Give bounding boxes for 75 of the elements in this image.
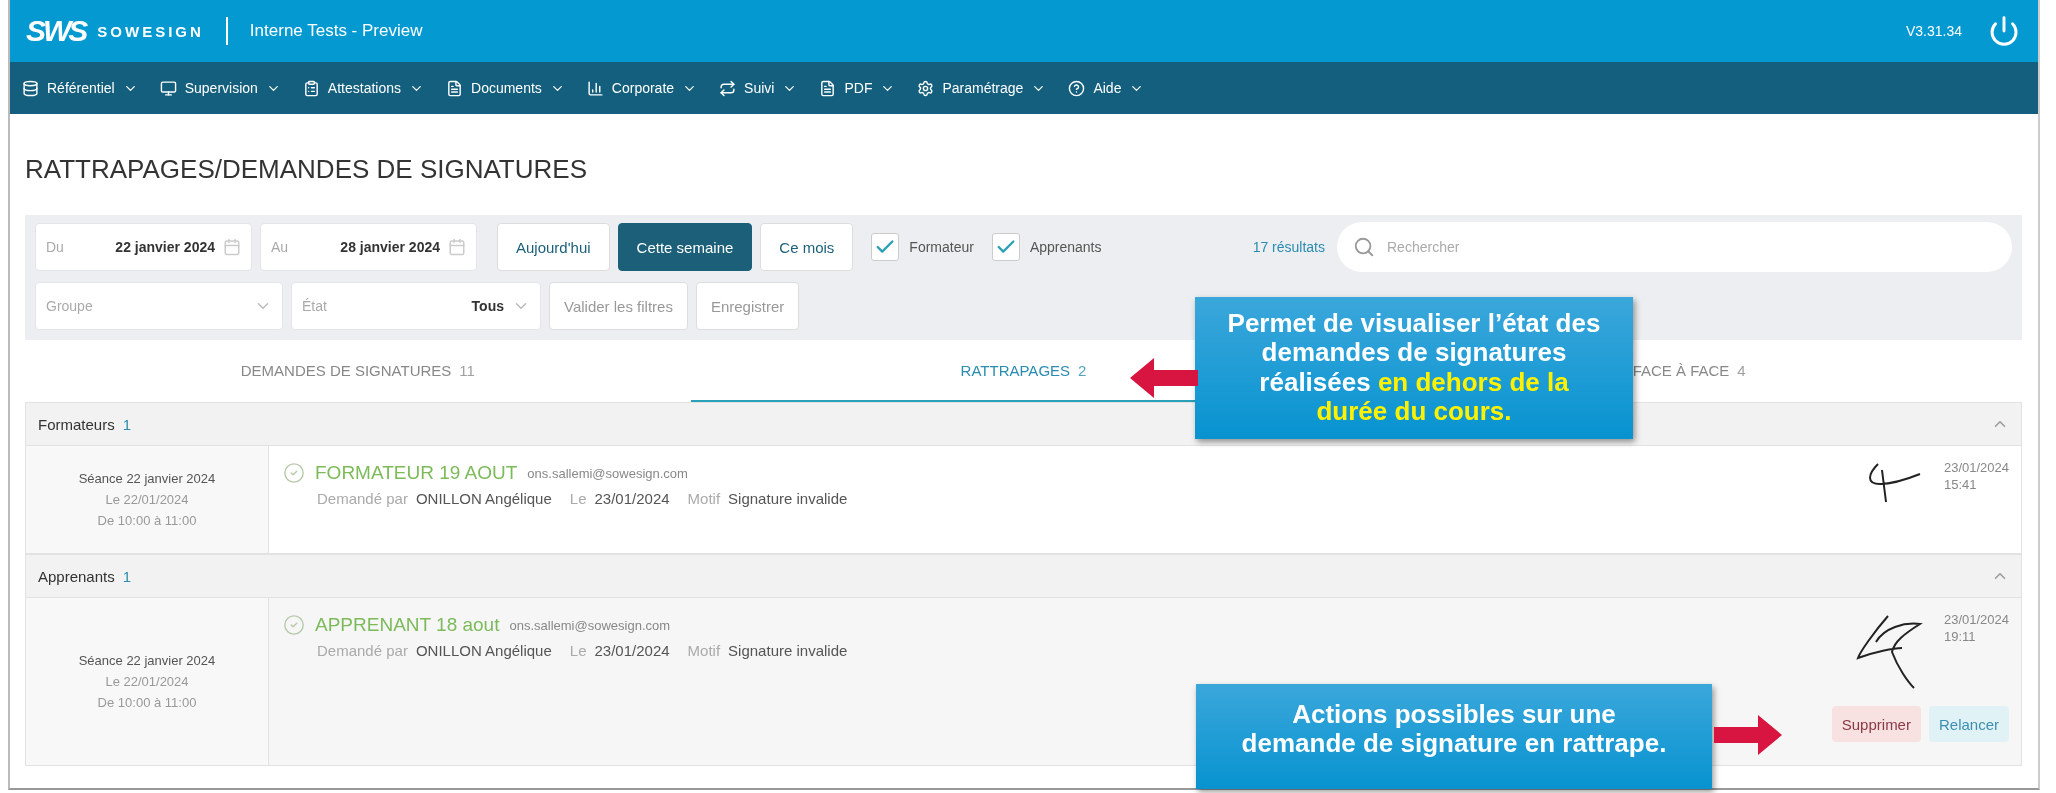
session-date: Le 22/01/2024 [105,492,189,507]
section-count: 1 [122,567,132,585]
checkbox-label: Formateur [909,239,974,255]
session-title: Séance 22 janvier 2024 [78,653,216,668]
nav-menu-item[interactable]: Corporate [586,79,698,97]
section-count: 1 [122,415,132,433]
field-label: Le [569,490,587,507]
nav-menu-item[interactable]: Référentiel [22,79,138,97]
state-select[interactable]: État Tous [291,282,541,330]
session-time: De 10:00 à 11:00 [97,695,197,710]
period-button[interactable]: Ce mois [760,223,854,271]
field-value: ONILLON Angélique [415,642,552,659]
calendar-icon [223,238,241,256]
session-date: Le 22/01/2024 [105,674,189,689]
check-circle-icon [283,614,305,636]
bar-chart-icon [586,79,604,97]
search-icon [1353,236,1375,258]
date-field[interactable]: Du 22 janvier 2024 [35,223,252,271]
field-value: Signature invalide [728,642,848,659]
signed-date: 23/01/2024 [1943,460,2009,475]
field-value: Signature invalide [728,490,848,507]
monitor-icon [159,79,177,97]
field-label: Motif [687,490,721,507]
field-label: Le [569,642,587,659]
tab[interactable]: DEMANDES DE SIGNATURES 11 [25,340,691,402]
checkbox[interactable] [871,233,900,261]
settings-icon [917,79,935,97]
session-title: Séance 22 janvier 2024 [78,471,216,486]
field-label: Motif [687,642,721,659]
document-icon [446,79,463,97]
person-email: ons.sallemi@sowesign.com [509,617,671,633]
period-button[interactable]: Cette semaine [617,223,753,271]
section-header[interactable]: Apprenants 1 [25,554,2022,598]
version-label: V3.31.34 [1905,23,1962,39]
field-value: 23/01/2024 [594,642,670,659]
signed-time: 15:41 [1943,477,1978,492]
field-value: ONILLON Angélique [415,490,552,507]
page-title: RATTRAPAGES/DEMANDES DE SIGNATURES [25,153,588,186]
nav-menu-item[interactable]: Suivi [719,79,798,97]
nav-menu-item[interactable]: PDF [819,79,896,97]
signed-date: 23/01/2024 [1943,612,2009,627]
calendar-icon [448,238,466,256]
date-field[interactable]: Au 28 janvier 2024 [260,223,477,271]
brand-name: SOWESIGN [97,22,204,40]
person-name: APPRENANT 18 aout [315,614,500,636]
field-label: Demandé par [317,642,408,659]
nav-menu-item[interactable]: Documents [446,79,565,97]
delete-button[interactable]: Supprimer [1831,706,1921,742]
logo: SWS [26,14,86,48]
field-value: 23/01/2024 [594,490,670,507]
nav-menu-item[interactable]: Aide [1068,79,1145,97]
section-title: Apprenants [38,567,115,585]
results-count: 17 résultats [1252,239,1325,255]
field-label: Demandé par [317,490,408,507]
person-email: ons.sallemi@sowesign.com [527,465,688,481]
person-name: FORMATEUR 19 AOUT [315,462,518,484]
help-icon [1068,79,1086,97]
period-button[interactable]: Aujourd'hui [497,223,610,271]
section-title: Formateurs [38,415,115,433]
nav-menu-item[interactable]: Attestations [302,79,424,97]
nav-menu-item[interactable]: Supervision [159,79,281,97]
app-title: Interne Tests - Preview [249,21,423,41]
checkbox-label: Apprenants [1029,239,1102,255]
power-icon[interactable] [1988,15,2020,47]
callout-tooltip: Actions possibles sur une demande de signature en rattrape. [1196,684,1712,789]
callout-tooltip: Permet de visualiser l’état des demandes de signatures réalisées en dehors de la durée du cours. [1195,297,1633,439]
repeat-icon [719,79,737,97]
checkbox[interactable] [991,233,1020,261]
signed-time: 19:11 [1943,629,1977,644]
document-icon [819,79,837,97]
session-time: De 10:00 à 11:00 [97,513,197,528]
database-icon [22,79,39,97]
check-circle-icon [283,462,305,484]
clipboard-icon [302,79,320,97]
nav-menu-item[interactable]: Paramétrage [917,79,1047,97]
